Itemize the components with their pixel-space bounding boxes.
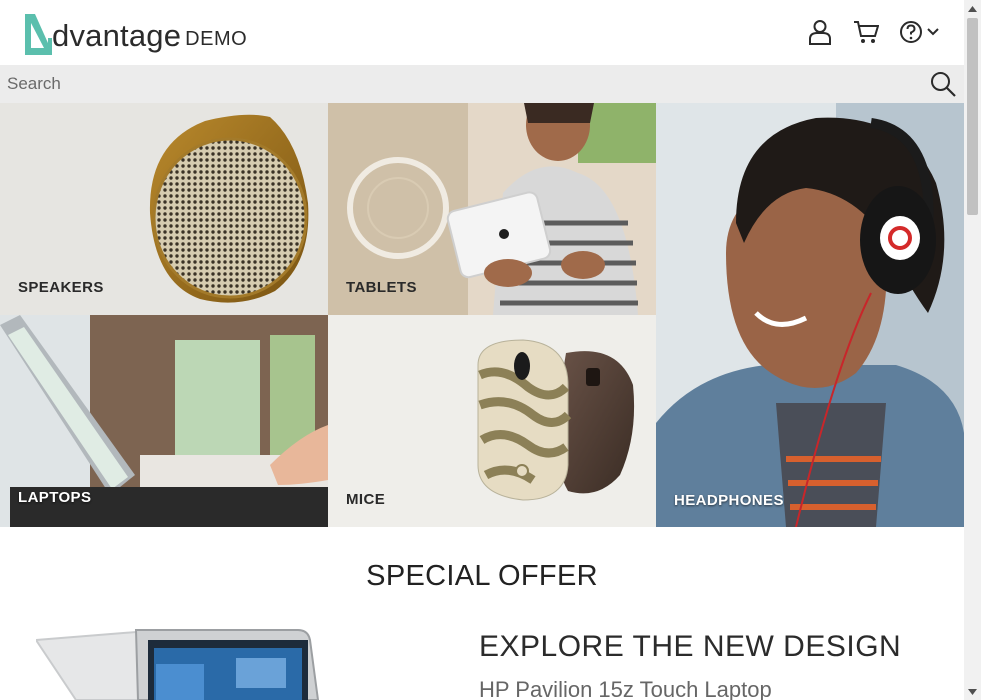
vertical-scrollbar[interactable] [964, 0, 981, 700]
category-label-tablets: TABLETS [346, 279, 417, 296]
special-offer-title: SPECIAL OFFER [366, 560, 598, 592]
scroll-down-icon[interactable] [964, 683, 981, 700]
search-bar [0, 65, 964, 103]
category-tile-tablets[interactable]: TABLETS [328, 103, 656, 315]
user-icon[interactable] [806, 18, 834, 46]
scroll-up-icon[interactable] [964, 0, 981, 17]
category-tile-speakers[interactable]: SPEAKERS [0, 103, 328, 315]
page: dvantage DEMO Search SPEAKERS TABLETS HE… [0, 0, 964, 700]
category-label-mice: MICE [346, 491, 386, 508]
cart-icon[interactable] [852, 18, 880, 46]
category-label-laptops: LAPTOPS [18, 489, 92, 506]
category-tile-headphones[interactable]: HEADPHONES [656, 103, 964, 527]
offer-product-name[interactable]: HP Pavilion 15z Touch Laptop [479, 677, 772, 700]
logo[interactable]: dvantage DEMO [22, 10, 247, 56]
headphones-image [656, 103, 964, 527]
category-label-headphones: HEADPHONES [674, 492, 784, 509]
logo-word: dvantage [52, 18, 182, 53]
offer-laptop-image[interactable] [36, 628, 336, 700]
help-icon [900, 21, 939, 43]
chevron-down-icon [927, 28, 939, 36]
header: dvantage DEMO [0, 0, 964, 65]
help-menu[interactable] [898, 18, 942, 46]
search-icon[interactable] [929, 70, 957, 98]
category-tile-laptops[interactable]: LAPTOPS [0, 315, 328, 527]
logo-mark-icon [25, 14, 52, 55]
category-tile-mice[interactable]: MICE [328, 315, 656, 527]
scroll-thumb[interactable] [967, 18, 978, 215]
offer-headline: EXPLORE THE NEW DESIGN [479, 630, 902, 663]
search-input[interactable] [0, 65, 907, 103]
logo-sub: DEMO [185, 28, 248, 50]
category-label-speakers: SPEAKERS [18, 279, 104, 296]
